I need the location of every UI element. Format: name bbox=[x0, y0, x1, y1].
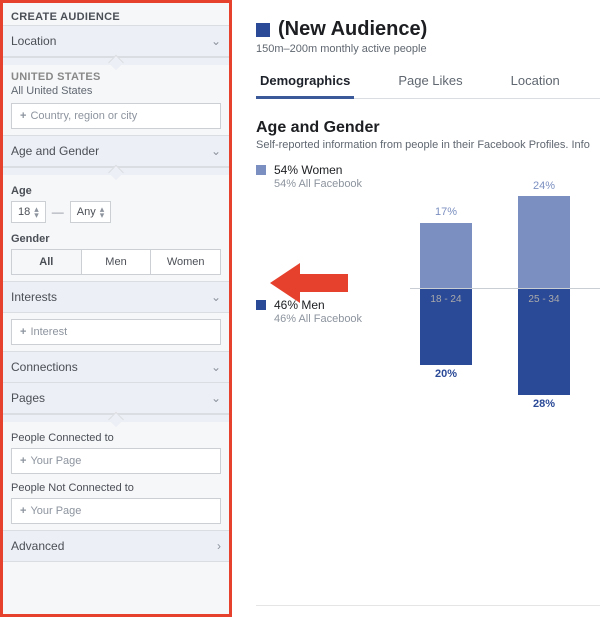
section-pages-label: Pages bbox=[11, 391, 45, 405]
age-gender-chart: 17% 20% 18 - 24 24% 28% 25 - 34 bbox=[280, 168, 600, 448]
age-label: Age bbox=[11, 185, 221, 197]
bar-women-25-34-value: 24% bbox=[518, 180, 570, 192]
chevron-down-icon: ⌄ bbox=[211, 391, 221, 405]
bar-women-25-34 bbox=[518, 196, 570, 288]
section-interests-label: Interests bbox=[11, 290, 57, 304]
connected-label: People Connected to bbox=[11, 432, 221, 444]
gender-women-button[interactable]: Women bbox=[151, 249, 221, 275]
chart-cat-18-24: 18 - 24 bbox=[411, 294, 481, 305]
not-connected-page-input[interactable]: + Your Page bbox=[11, 498, 221, 524]
plus-icon: + bbox=[20, 110, 26, 122]
section-location[interactable]: Location ⌄ bbox=[3, 25, 229, 57]
section-connections-label: Connections bbox=[11, 360, 78, 374]
bar-women-18-24 bbox=[420, 223, 472, 288]
stepper-icon: ▴▾ bbox=[34, 206, 39, 218]
stepper-icon: ▴▾ bbox=[100, 206, 105, 218]
age-dash: — bbox=[52, 205, 64, 219]
section-advanced-label: Advanced bbox=[11, 539, 64, 553]
bar-men-18-24-value: 20% bbox=[420, 368, 472, 380]
chevron-down-icon: ⌄ bbox=[211, 290, 221, 304]
chevron-down-icon: ⌄ bbox=[211, 144, 221, 158]
plus-icon: + bbox=[20, 326, 26, 338]
tab-location[interactable]: Location bbox=[507, 65, 564, 98]
age-gender-desc: Self-reported information from people in… bbox=[256, 139, 600, 151]
section-notch bbox=[3, 57, 229, 65]
section-location-label: Location bbox=[11, 34, 56, 48]
gender-all-button[interactable]: All bbox=[11, 249, 82, 275]
page-subtitle: 150m–200m monthly active people bbox=[256, 43, 600, 55]
plus-icon: + bbox=[20, 455, 26, 467]
chevron-down-icon: ⌄ bbox=[211, 360, 221, 374]
section-advanced[interactable]: Advanced › bbox=[3, 530, 229, 562]
chevron-right-icon: › bbox=[217, 539, 221, 553]
location-detail: All United States bbox=[11, 85, 221, 97]
legend-men-swatch bbox=[256, 300, 266, 310]
audience-color-swatch bbox=[256, 23, 270, 37]
age-max-select[interactable]: Any ▴▾ bbox=[70, 201, 112, 223]
interest-input[interactable]: + Interest bbox=[11, 319, 221, 345]
gender-label: Gender bbox=[11, 233, 221, 245]
gender-men-button[interactable]: Men bbox=[82, 249, 152, 275]
gender-segmented: All Men Women bbox=[11, 249, 221, 275]
age-gender-heading: Age and Gender bbox=[256, 119, 600, 137]
chevron-down-icon: ⌄ bbox=[211, 34, 221, 48]
tabs: Demographics Page Likes Location bbox=[256, 65, 600, 99]
tab-demographics[interactable]: Demographics bbox=[256, 65, 354, 99]
location-country: UNITED STATES bbox=[11, 71, 221, 85]
connected-page-input[interactable]: + Your Page bbox=[11, 448, 221, 474]
create-audience-sidebar: CREATE AUDIENCE Location ⌄ UNITED STATES… bbox=[0, 0, 232, 617]
chart-cat-25-34: 25 - 34 bbox=[509, 294, 579, 305]
sidebar-title: CREATE AUDIENCE bbox=[3, 3, 229, 25]
bar-men-25-34-value: 28% bbox=[518, 398, 570, 410]
location-placeholder: Country, region or city bbox=[30, 110, 137, 122]
legend-women-swatch bbox=[256, 165, 266, 175]
section-connections[interactable]: Connections ⌄ bbox=[3, 351, 229, 383]
location-input[interactable]: + Country, region or city bbox=[11, 103, 221, 129]
plus-icon: + bbox=[20, 505, 26, 517]
section-notch bbox=[3, 167, 229, 175]
section-age-gender-label: Age and Gender bbox=[11, 144, 99, 158]
section-notch bbox=[3, 414, 229, 422]
section-age-gender[interactable]: Age and Gender ⌄ bbox=[3, 135, 229, 167]
interest-placeholder: Interest bbox=[30, 326, 67, 338]
bar-women-18-24-value: 17% bbox=[420, 206, 472, 218]
section-pages[interactable]: Pages ⌄ bbox=[3, 383, 229, 414]
section-interests[interactable]: Interests ⌄ bbox=[3, 281, 229, 313]
tab-page-likes[interactable]: Page Likes bbox=[394, 65, 466, 98]
age-min-select[interactable]: 18 ▴▾ bbox=[11, 201, 46, 223]
not-connected-label: People Not Connected to bbox=[11, 482, 221, 494]
page-title: (New Audience) bbox=[278, 18, 427, 41]
